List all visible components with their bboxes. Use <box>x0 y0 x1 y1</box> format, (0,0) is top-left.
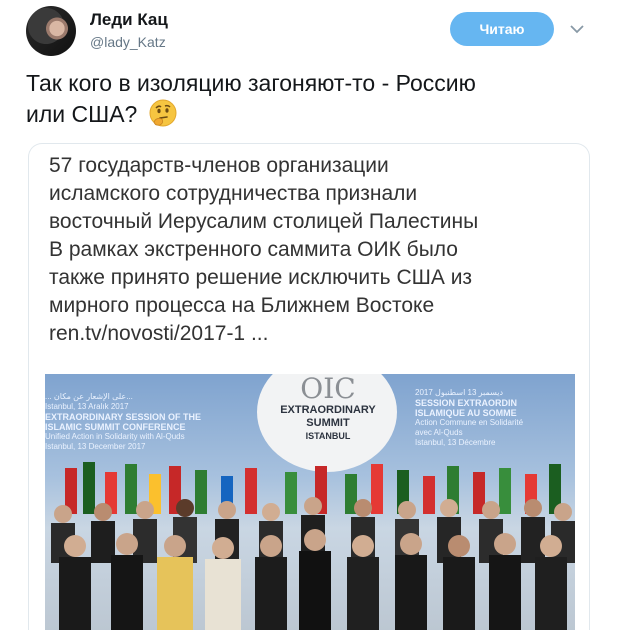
card-text-line: мирного процесса на Ближнем Востоке <box>49 294 435 317</box>
delegates-group <box>51 497 575 630</box>
thinking-face-emoji <box>148 98 178 128</box>
banner-line: Action Commune en Solidarité <box>415 418 524 427</box>
banner-line: EXTRAORDINARY SESSION OF THE <box>45 412 202 422</box>
card-text-line: 57 государств-членов организации <box>49 154 389 177</box>
chevron-down-icon[interactable] <box>568 20 586 38</box>
author-handle[interactable]: @lady_Katz <box>90 34 166 50</box>
banner-line: Istanbul, 13 December 2017 <box>45 442 146 451</box>
banner-line: ISLAMIQUE AU SOMME <box>415 408 517 418</box>
card-text-line: восточный Иерусалим столицей Палестины <box>49 210 479 233</box>
tweet-text-line: или США? <box>26 98 596 129</box>
author-name[interactable]: Леди Кац <box>90 10 168 30</box>
follow-button[interactable]: Читаю <box>450 12 554 46</box>
avatar[interactable] <box>26 6 76 56</box>
tweet-text-line: Так кого в изоляцию загоняют-то - Россию <box>26 70 476 96</box>
banner-line: SESSION EXTRAORDIN <box>415 398 518 408</box>
banner-line: avec Al-Quds <box>415 428 463 437</box>
banner-line: Istanbul, 13 Aralık 2017 <box>45 402 129 411</box>
summit-line: SUMMIT <box>306 417 350 429</box>
banner-line: Istanbul, 13 Décembre <box>415 438 496 447</box>
summit-line: ISTANBUL <box>305 431 351 441</box>
card-text-line: также принято решение исключить США из <box>49 266 473 289</box>
tweet: Леди Кац @lady_Katz Читаю Так кого в изо… <box>0 0 618 630</box>
card-link[interactable]: ren.tv/novosti/2017-1 ... <box>49 320 579 348</box>
summit-title: EXTRAORDINARY SUMMIT ISTANBUL <box>267 404 389 443</box>
summit-photo[interactable]: ... على الإشعار عن مكان... Istanbul, 13 … <box>45 374 575 630</box>
card-text-line: В рамках экстренного саммита ОИК было <box>49 238 458 261</box>
banner-line: ISLAMIC SUMMIT CONFERENCE <box>45 422 186 432</box>
tweet-text-fragment: или США? <box>26 101 138 127</box>
card-text-line: исламского сотрудничества признали <box>49 182 418 205</box>
card-text: 57 государств-членов организации исламск… <box>49 152 579 348</box>
banner-line: 2017 ديسمبر 13 اسطنبول <box>415 388 504 397</box>
banner-line: ... على الإشعار عن مكان... <box>45 392 133 401</box>
link-preview-card[interactable]: 57 государств-членов организации исламск… <box>28 143 590 630</box>
summit-line: EXTRAORDINARY <box>280 404 376 416</box>
oic-logo: OIC <box>300 374 356 405</box>
banner-line: Unified Action in Solidarity with Al-Qud… <box>45 432 185 441</box>
tweet-text: Так кого в изоляцию загоняют-то - Россию… <box>26 68 596 129</box>
